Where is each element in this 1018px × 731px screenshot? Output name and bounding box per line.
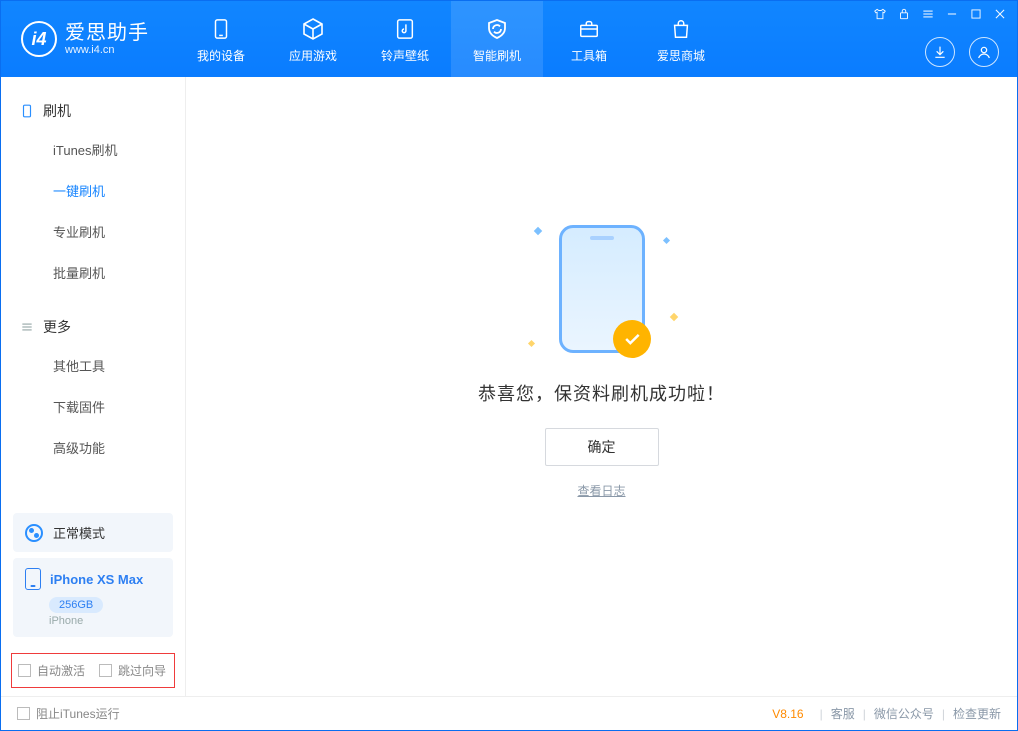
device-name: iPhone XS Max	[50, 572, 143, 587]
music-file-icon	[391, 15, 419, 43]
nav-my-device[interactable]: 我的设备	[175, 1, 267, 77]
body: 刷机 iTunes刷机 一键刷机 专业刷机 批量刷机 更多 其他工具 下载固件 …	[1, 77, 1017, 696]
version-label: V8.16	[772, 707, 803, 721]
device-type: iPhone	[49, 615, 161, 627]
view-log-link[interactable]: 查看日志	[577, 482, 625, 499]
nav-store[interactable]: 爱思商城	[635, 1, 727, 77]
footer-link-wechat[interactable]: 微信公众号	[874, 705, 934, 722]
toolbox-icon	[575, 15, 603, 43]
header-actions	[925, 37, 999, 67]
checkbox-icon	[99, 664, 112, 677]
nav-apps-games[interactable]: 应用游戏	[267, 1, 359, 77]
brand-url: www.i4.cn	[65, 44, 149, 56]
window-controls	[873, 7, 1007, 26]
check-badge-icon	[613, 320, 651, 358]
footer-link-support[interactable]: 客服	[831, 705, 855, 722]
success-message: 恭喜您，保资料刷机成功啦！	[478, 380, 725, 406]
list-icon	[19, 320, 34, 335]
checkbox-block-itunes[interactable]: 阻止iTunes运行	[17, 705, 120, 722]
device-phone-icon	[25, 568, 41, 590]
footer-link-update[interactable]: 检查更新	[953, 705, 1001, 722]
device-capacity: 256GB	[49, 597, 103, 613]
header: i4 爱思助手 www.i4.cn 我的设备 应用游戏	[1, 1, 1017, 77]
close-icon[interactable]	[993, 7, 1007, 26]
ok-button[interactable]: 确定	[545, 428, 659, 466]
footer: 阻止iTunes运行 V8.16 | 客服 | 微信公众号 | 检查更新	[1, 696, 1017, 730]
content-area: 恭喜您，保资料刷机成功啦！ 确定 查看日志	[186, 77, 1017, 696]
device-card[interactable]: iPhone XS Max 256GB iPhone	[13, 558, 173, 637]
cube-icon	[299, 15, 327, 43]
checkbox-skip-guide[interactable]: 跳过向导	[99, 662, 166, 679]
sidebar-item-batch-flash[interactable]: 批量刷机	[1, 252, 185, 293]
sidebar-item-pro-flash[interactable]: 专业刷机	[1, 211, 185, 252]
mode-label: 正常模式	[53, 523, 105, 542]
device-icon	[207, 15, 235, 43]
sidebar-item-download-firmware[interactable]: 下载固件	[1, 386, 185, 427]
nav-smart-flash[interactable]: 智能刷机	[451, 1, 543, 77]
maximize-icon[interactable]	[969, 7, 983, 26]
sidebar-item-other-tools[interactable]: 其他工具	[1, 345, 185, 386]
checkbox-icon	[17, 707, 30, 720]
app-window: i4 爱思助手 www.i4.cn 我的设备 应用游戏	[0, 0, 1018, 731]
logo-glyph-icon: i4	[21, 21, 57, 57]
nav-ringtones-wallpapers[interactable]: 铃声壁纸	[359, 1, 451, 77]
bag-icon	[667, 15, 695, 43]
account-button[interactable]	[969, 37, 999, 67]
menu-icon[interactable]	[921, 7, 935, 26]
refresh-shield-icon	[483, 15, 511, 43]
sidebar-section-more: 更多	[1, 309, 185, 345]
checkbox-icon	[18, 664, 31, 677]
sidebar-section-flash: 刷机	[1, 93, 185, 129]
mode-indicator[interactable]: 正常模式	[13, 513, 173, 552]
success-illustration	[517, 214, 687, 364]
download-button[interactable]	[925, 37, 955, 67]
minimize-icon[interactable]	[945, 7, 959, 26]
phone-small-icon	[19, 104, 34, 119]
tshirt-icon[interactable]	[873, 7, 887, 26]
main-nav: 我的设备 应用游戏 铃声壁纸 智能刷机	[175, 1, 727, 77]
checkbox-auto-activate[interactable]: 自动激活	[18, 662, 85, 679]
mode-icon	[25, 524, 43, 542]
sidebar: 刷机 iTunes刷机 一键刷机 专业刷机 批量刷机 更多 其他工具 下载固件 …	[1, 77, 186, 696]
sidebar-item-advanced[interactable]: 高级功能	[1, 427, 185, 468]
nav-toolbox[interactable]: 工具箱	[543, 1, 635, 77]
sidebar-item-oneclick-flash[interactable]: 一键刷机	[1, 170, 185, 211]
sidebar-item-itunes-flash[interactable]: iTunes刷机	[1, 129, 185, 170]
brand-name: 爱思助手	[65, 22, 149, 44]
lock-icon[interactable]	[897, 7, 911, 26]
flash-options-highlight: 自动激活 跳过向导	[11, 653, 175, 688]
logo: i4 爱思助手 www.i4.cn	[21, 21, 149, 57]
